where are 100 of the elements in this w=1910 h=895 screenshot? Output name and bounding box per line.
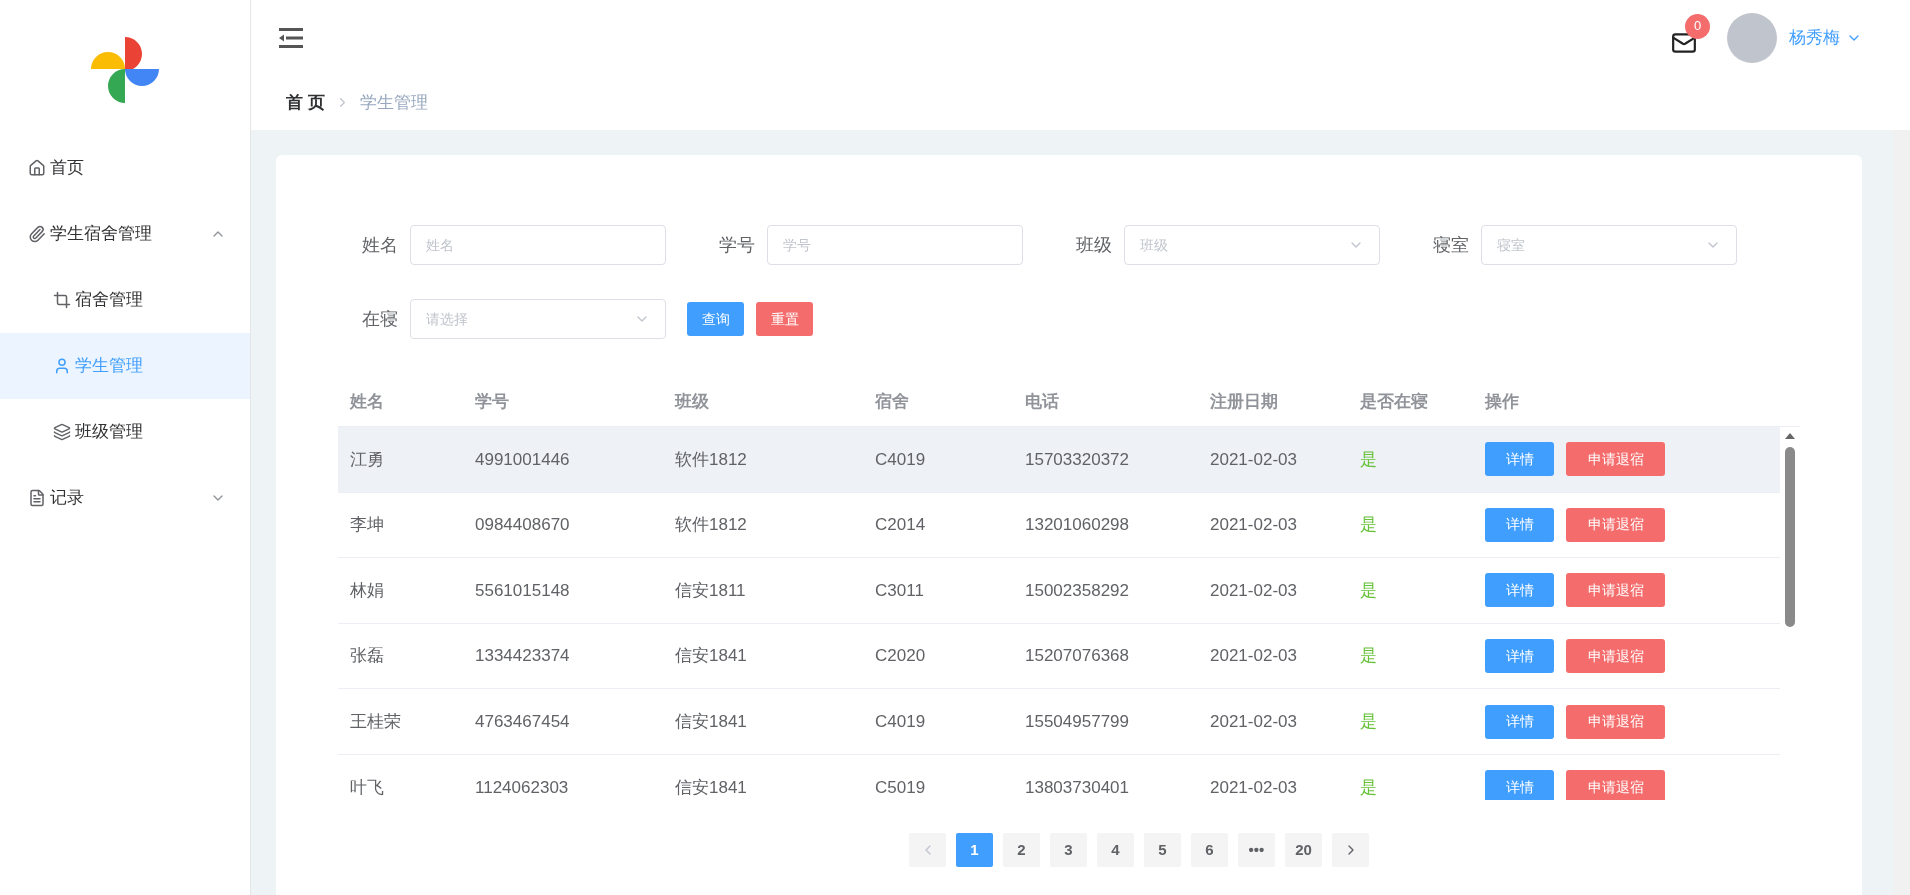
menu-fold-icon[interactable] xyxy=(279,27,303,48)
table-cell: 李坤 xyxy=(350,515,384,535)
checkout-button[interactable]: 申请退宿 xyxy=(1566,639,1665,674)
table-cell: 15002358292 xyxy=(1025,580,1129,600)
table-cell: 是 xyxy=(1360,449,1377,469)
menu-label: 记录 xyxy=(50,487,85,510)
table-cell: 是 xyxy=(1360,515,1377,535)
column-header: 宿舍 xyxy=(875,391,909,411)
breadcrumb-item[interactable]: 首 页 xyxy=(286,89,325,116)
select-field[interactable]: 寝室 xyxy=(1481,225,1737,265)
table-cell: 4763467454 xyxy=(475,711,570,731)
table-cell: C3011 xyxy=(875,580,924,600)
select-field[interactable]: 班级 xyxy=(1124,225,1380,265)
menu-label: 班级管理 xyxy=(75,421,144,444)
details-button[interactable]: 详情 xyxy=(1485,770,1554,800)
menu-item[interactable]: 记录 xyxy=(0,465,250,531)
filter-button[interactable]: 重置 xyxy=(756,302,813,336)
input-field[interactable]: 姓名 xyxy=(410,225,666,265)
menu-item[interactable]: 学生宿舍管理 xyxy=(0,201,250,267)
page-button[interactable]: 1 xyxy=(956,833,993,867)
breadcrumb-item: 学生管理 xyxy=(359,91,428,114)
table-cell: 王桂荣 xyxy=(350,711,401,731)
table-row[interactable]: 江勇 4991001446 软件1812 C4019 15703320372 2021-02-03 是 详情 申请退宿 xyxy=(338,427,1780,493)
menu-item[interactable]: 班级管理 xyxy=(0,399,250,465)
table-cell: 信安1811 xyxy=(675,580,746,600)
checkout-button[interactable]: 申请退宿 xyxy=(1566,573,1665,608)
table-cell: 15703320372 xyxy=(1025,449,1129,469)
table-cell: 2021-02-03 xyxy=(1210,711,1297,731)
page-button[interactable]: 3 xyxy=(1050,833,1087,867)
person-icon xyxy=(53,357,71,375)
document-icon xyxy=(28,489,46,507)
crop-icon xyxy=(53,291,71,309)
page-button[interactable]: 20 xyxy=(1285,833,1322,867)
details-button[interactable]: 详情 xyxy=(1485,704,1554,739)
user-name[interactable]: 杨秀梅 xyxy=(1789,24,1840,51)
page-button[interactable]: 2 xyxy=(1003,833,1040,867)
table-cell: 13803730401 xyxy=(1025,777,1129,797)
column-header: 姓名 xyxy=(350,391,384,411)
menu-label: 首页 xyxy=(50,157,85,180)
placeholder-text: 请选择 xyxy=(426,309,469,329)
table-cell: 2021-02-03 xyxy=(1210,515,1297,535)
paperclip-icon xyxy=(28,225,46,243)
checkout-button[interactable]: 申请退宿 xyxy=(1566,770,1665,800)
filter-label: 寝室 xyxy=(1432,233,1470,257)
column-header: 注册日期 xyxy=(1210,391,1278,411)
placeholder-text: 班级 xyxy=(1140,235,1169,255)
page-button[interactable]: 5 xyxy=(1144,833,1181,867)
table-cell: 2021-02-03 xyxy=(1210,449,1297,469)
placeholder-text: 姓名 xyxy=(426,235,455,255)
filter-button[interactable]: 查询 xyxy=(687,302,744,336)
page-button[interactable]: ••• xyxy=(1238,833,1275,867)
table-cell: 信安1841 xyxy=(675,711,747,731)
filter-label: 在寝 xyxy=(361,307,399,331)
filter-label: 姓名 xyxy=(361,233,399,257)
table-cell: 2021-02-03 xyxy=(1210,646,1297,666)
menu-label: 学生宿舍管理 xyxy=(50,223,153,246)
input-field[interactable]: 学号 xyxy=(767,225,1023,265)
table-cell: C5019 xyxy=(875,777,926,797)
table-cell: 林娟 xyxy=(350,580,384,600)
table-cell: 2021-02-03 xyxy=(1210,580,1297,600)
checkout-button[interactable]: 申请退宿 xyxy=(1566,704,1665,739)
menu-item[interactable]: 首页 xyxy=(0,135,250,201)
column-header: 学号 xyxy=(475,391,509,411)
table-cell: 是 xyxy=(1360,777,1377,797)
user-avatar[interactable] xyxy=(1727,12,1777,63)
table-cell: 2021-02-03 xyxy=(1210,777,1297,797)
table-cell: 1124062303 xyxy=(475,777,569,797)
menu-item[interactable]: 学生管理 xyxy=(0,333,250,399)
table-cell: 是 xyxy=(1360,646,1377,666)
table-cell: 13201060298 xyxy=(1025,515,1129,535)
checkout-button[interactable]: 申请退宿 xyxy=(1566,442,1665,477)
table-cell: 信安1841 xyxy=(675,777,747,797)
table-cell: 0984408670 xyxy=(475,515,570,535)
table-cell: 15504957799 xyxy=(1025,711,1129,731)
table-cell: 是 xyxy=(1360,711,1377,731)
menu-item[interactable]: 宿舍管理 xyxy=(0,267,250,333)
details-button[interactable]: 详情 xyxy=(1485,507,1554,542)
filter-label: 班级 xyxy=(1075,233,1113,257)
checkout-button[interactable]: 申请退宿 xyxy=(1566,507,1665,542)
table-cell: 软件1812 xyxy=(675,449,747,469)
table-cell: C2014 xyxy=(875,515,926,535)
table-cell: 信安1841 xyxy=(675,646,747,666)
details-button[interactable]: 详情 xyxy=(1485,639,1554,674)
column-header: 电话 xyxy=(1025,391,1059,411)
page-button[interactable]: 4 xyxy=(1097,833,1134,867)
house-icon xyxy=(28,159,46,177)
details-button[interactable]: 详情 xyxy=(1485,573,1554,608)
table-cell: C4019 xyxy=(875,449,926,469)
table-cell: 是 xyxy=(1360,580,1377,600)
table-cell: 5561015148 xyxy=(475,580,570,600)
placeholder-text: 寝室 xyxy=(1497,235,1526,255)
next-page-button[interactable] xyxy=(1332,833,1369,867)
page-button[interactable]: 6 xyxy=(1191,833,1228,867)
select-field[interactable]: 请选择 xyxy=(410,299,666,339)
details-button[interactable]: 详情 xyxy=(1485,442,1554,477)
menu-label: 学生管理 xyxy=(75,355,144,378)
table-cell: 叶飞 xyxy=(350,777,384,797)
table-cell: 江勇 xyxy=(350,449,384,469)
menu-label: 宿舍管理 xyxy=(75,289,144,312)
table-cell: 15207076368 xyxy=(1025,646,1129,666)
